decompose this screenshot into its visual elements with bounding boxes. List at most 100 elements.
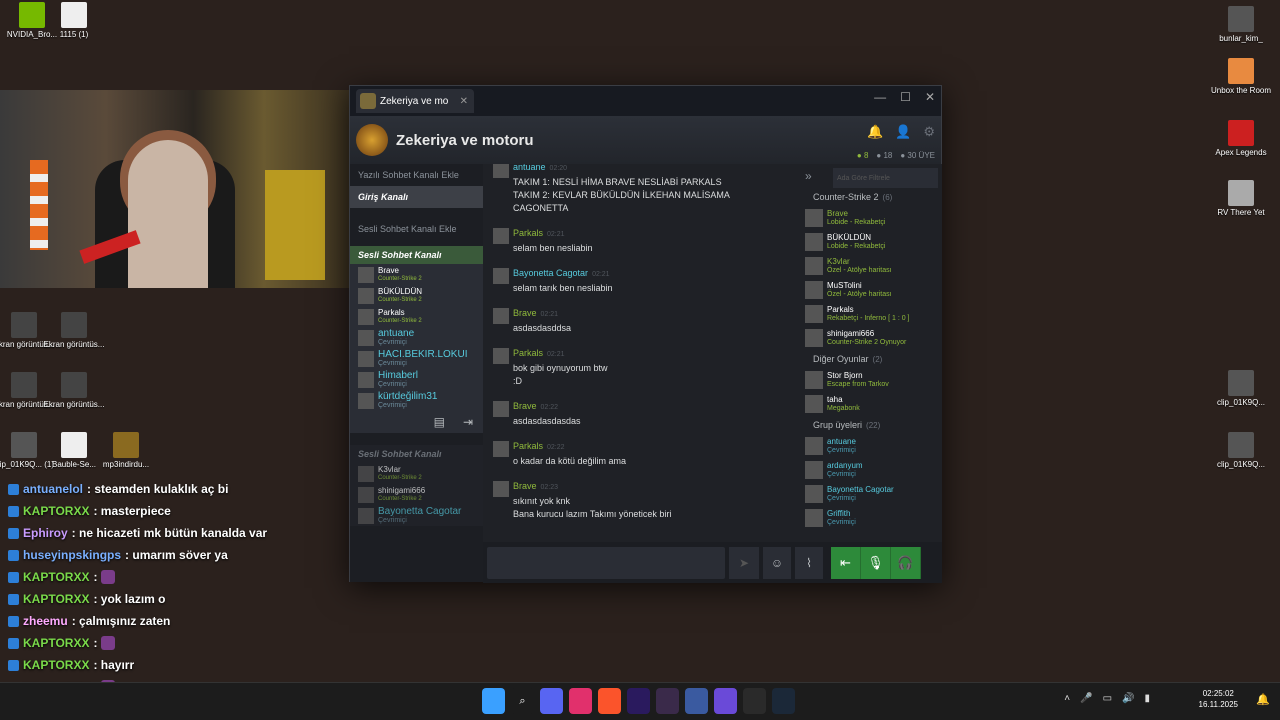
desktop-icon[interactable]: Ekran görüntüs... <box>42 312 106 350</box>
message-line: asdasdasdasdas <box>513 416 581 426</box>
chat-tab[interactable]: Zekeriya ve mo ✕ <box>356 89 474 113</box>
member-name: Bayonetta Cagotar <box>827 485 894 494</box>
battery-icon[interactable]: ▮ <box>1144 693 1150 704</box>
avatar <box>805 437 823 455</box>
voice-member[interactable]: K3vlar Counter-Strike 2 <box>350 463 483 484</box>
premiere-icon[interactable] <box>627 688 650 714</box>
voice-member[interactable]: kürtdeğilim31 Çevrimiçi <box>350 390 483 411</box>
author-name: Brave <box>513 481 537 491</box>
voice-member[interactable]: Parkals Counter-Strike 2 <box>350 306 483 327</box>
message-author[interactable]: Parkals 02:22 <box>513 441 565 451</box>
voice-channel-2-header[interactable]: Sesli Sohbet Kanalı <box>350 445 483 463</box>
avatar <box>805 209 823 227</box>
windows-start-icon[interactable] <box>482 688 505 714</box>
message-input[interactable] <box>487 546 725 579</box>
message-line: selam tarık ben nesliabin <box>513 283 613 293</box>
desktop-icon[interactable]: Unbox the Room <box>1209 58 1273 96</box>
volume-icon[interactable]: 🔊 <box>1122 693 1134 704</box>
member-row[interactable]: Bayonetta Cagotar Çevrimiçi <box>803 482 942 506</box>
member-row[interactable]: Brave Lobide - Rekabetçi <box>803 206 942 230</box>
message-author[interactable]: Parkals 02:21 <box>513 228 565 238</box>
message-author[interactable]: Parkals 02:21 <box>513 348 565 358</box>
voice-channel-header[interactable]: Sesli Sohbet Kanalı <box>350 246 483 264</box>
voice-member[interactable]: Bayonetta Cagotar Çevrimiçi <box>350 505 483 526</box>
instagram-icon[interactable] <box>569 688 592 714</box>
add-friend-icon[interactable]: 👤 <box>895 124 911 140</box>
leave-channel-icon[interactable]: ⇥ <box>463 415 473 429</box>
member-group-header[interactable]: Diğer Oyunlar (2) <box>803 350 942 368</box>
app-circle-icon[interactable] <box>714 688 737 714</box>
voice-channel-2[interactable]: Sesli Sohbet Kanalı K3vlar Counter-Strike… <box>350 445 483 526</box>
attach-icon[interactable]: ⌇ <box>795 546 823 579</box>
send-icon[interactable]: ➤ <box>729 546 759 579</box>
headset-icon[interactable]: 🎧 <box>891 546 921 579</box>
desktop-icon[interactable]: clip_01K9Q... <box>1209 370 1273 408</box>
minimize-icon[interactable]: — <box>874 90 886 104</box>
maximize-icon[interactable]: ☐ <box>900 90 911 104</box>
desktop-icon[interactable]: Ekran görüntüs... <box>42 372 106 410</box>
add-voice-channel[interactable]: Sesli Sohbet Kanalı Ekle <box>350 218 483 240</box>
member-row[interactable]: Stor Bjorn Escape from Tarkov <box>803 368 942 392</box>
member-row[interactable]: taha Megabonk <box>803 392 942 416</box>
author-avatar <box>493 164 509 178</box>
member-status: Escape from Tarkov <box>827 381 889 388</box>
desktop-icon[interactable]: mp3indirdu... <box>94 432 158 470</box>
mic-tray-icon[interactable]: 🎤 <box>1080 693 1092 704</box>
member-row[interactable]: MuSTolini Özel - Atölye haritası <box>803 278 942 302</box>
member-row[interactable]: Griffith Çevrimiçi <box>803 506 942 530</box>
search-icon[interactable]: ⌕ <box>511 688 534 714</box>
voice-member[interactable]: antuane Çevrimiçi <box>350 327 483 348</box>
close-icon[interactable]: ✕ <box>925 90 935 104</box>
clock[interactable]: 02:25:02 16.11.2025 <box>1199 688 1238 710</box>
discord-icon[interactable] <box>540 688 563 714</box>
member-group-header[interactable]: Counter-Strike 2 (6) <box>803 188 942 206</box>
desktop-icon[interactable]: clip_01K9Q... <box>1209 432 1273 470</box>
network-icon[interactable]: ▭ <box>1103 693 1112 704</box>
message-time: 02:21 <box>540 311 559 318</box>
member-row[interactable]: ardanyum Çevrimiçi <box>803 458 942 482</box>
member-search-input[interactable]: Ada Göre Filtrele <box>833 168 938 188</box>
microphone-icon[interactable]: 🎙 <box>861 546 891 579</box>
member-row[interactable]: shinigami666 Counter-Strike 2 Oynuyor <box>803 326 942 350</box>
desktop-icon[interactable]: RV There Yet <box>1209 180 1273 218</box>
member-list: » Ada Göre Filtrele Counter-Strike 2 (6) B… <box>803 164 942 542</box>
member-status: Counter-Strike 2 <box>378 296 422 303</box>
message-lines: selam tarık ben nesliabin <box>513 282 613 295</box>
notes-icon[interactable]: ▤ <box>434 415 445 429</box>
chevron-up-icon[interactable]: ˄ <box>1064 693 1070 704</box>
member-row[interactable]: antuane Çevrimiçi <box>803 434 942 458</box>
desktop-icon[interactable]: bunlar_kim_ <box>1209 6 1273 44</box>
bell-icon[interactable]: 🔔 <box>867 124 883 140</box>
message-author[interactable]: Brave 02:23 <box>513 481 558 491</box>
voice-member[interactable]: shinigami666 Counter-Strike 2 <box>350 484 483 505</box>
close-tab-icon[interactable]: ✕ <box>460 96 468 107</box>
member-row[interactable]: Parkals Rekabetçi - Inferno [ 1 : 0 ] <box>803 302 942 326</box>
member-row[interactable]: K3vlar Özel - Atölye haritası <box>803 254 942 278</box>
notification-icon[interactable]: 🔔 <box>1256 693 1270 706</box>
voice-member[interactable]: HACI.BEKIR.LOKUI Çevrimiçi <box>350 348 483 369</box>
voice-member[interactable]: Brave Counter-Strike 2 <box>350 264 483 285</box>
brave-icon[interactable] <box>598 688 621 714</box>
gear-icon[interactable]: ⚙ <box>923 124 935 140</box>
member-group-header[interactable]: Grup üyeleri (22) <box>803 416 942 434</box>
desktop-icon[interactable]: 1115 (1) <box>42 2 106 40</box>
emoticon-icon[interactable]: ☺ <box>763 546 791 579</box>
entry-channel[interactable]: Giriş Kanalı <box>350 186 483 208</box>
steam-icon[interactable] <box>772 688 795 714</box>
add-text-channel[interactable]: Yazılı Sohbet Kanalı Ekle <box>350 164 483 186</box>
member-status: Counter-Strike 2 <box>378 495 422 502</box>
leave-voice-icon[interactable]: ⇤ <box>831 546 861 579</box>
message-author[interactable]: Bayonetta Cagotar 02:21 <box>513 268 610 278</box>
vegas-icon[interactable] <box>656 688 679 714</box>
message-author[interactable]: Brave 02:21 <box>513 308 558 318</box>
voice-channel[interactable]: Sesli Sohbet Kanalı Brave Counter-Strike … <box>350 246 483 433</box>
message-author[interactable]: Brave 02:22 <box>513 401 558 411</box>
desktop-icon[interactable]: Apex Legends <box>1209 120 1273 158</box>
app-blue-icon[interactable] <box>685 688 708 714</box>
obs-icon[interactable] <box>743 688 766 714</box>
voice-member[interactable]: BÜKÜLDÜN Counter-Strike 2 <box>350 285 483 306</box>
member-row[interactable]: BÜKÜLDÜN Lobide - Rekabetçi <box>803 230 942 254</box>
message-author[interactable]: antuane 02:20 <box>513 164 567 172</box>
voice-member[interactable]: Himaberl Çevrimiçi <box>350 369 483 390</box>
collapse-icon[interactable]: » <box>805 169 812 183</box>
